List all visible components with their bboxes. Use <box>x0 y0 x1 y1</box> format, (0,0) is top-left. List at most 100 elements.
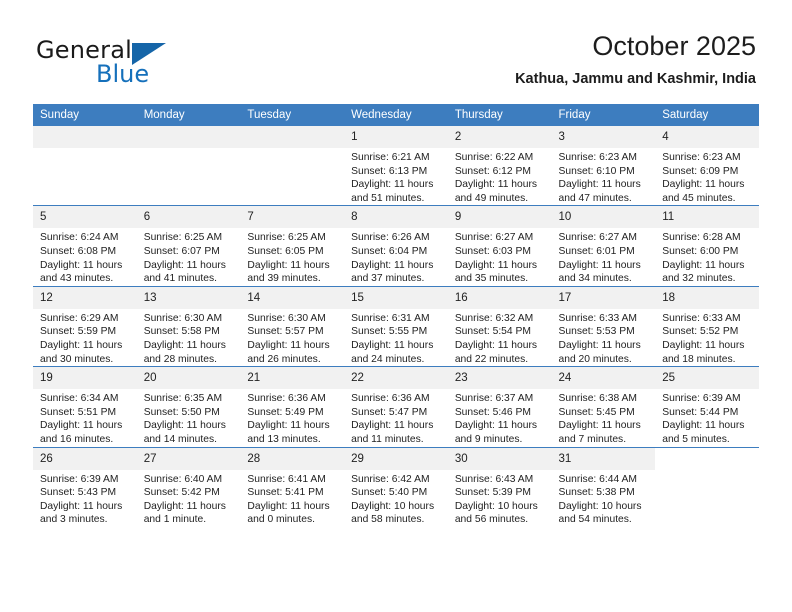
title-block: October 2025 Kathua, Jammu and Kashmir, … <box>515 30 756 89</box>
sunset-time: Sunset: 6:03 PM <box>454 245 531 257</box>
weekday-header-sunday: Sunday <box>33 104 137 126</box>
sunrise-time: Sunrise: 6:38 AM <box>558 393 637 405</box>
sunset-time: Sunset: 6:04 PM <box>351 245 428 257</box>
calendar-day-cell[interactable]: 20 Sunrise: 6:35 AM Sunset: 5:50 PM Dayligh… <box>136 366 241 447</box>
calendar-day-cell[interactable]: 5 Sunrise: 6:24 AM Sunset: 6:08 PM Daylight… <box>33 205 137 287</box>
day-details: Sunrise: 6:29 AM Sunset: 5:59 PM Daylight:… <box>33 309 137 366</box>
day-number: 4 <box>655 126 759 148</box>
calendar-day-cell[interactable]: 28 Sunrise: 6:41 AM Sunset: 5:41 PM Dayligh… <box>240 446 345 527</box>
sunrise-time: Sunrise: 6:31 AM <box>351 312 430 324</box>
calendar-day-cell[interactable]: 10 Sunrise: 6:27 AM Sunset: 6:01 PM Dayligh… <box>551 205 656 287</box>
daylight-duration-line2: and 58 minutes. <box>351 514 425 526</box>
sunset-time: Sunset: 5:49 PM <box>247 406 324 418</box>
calendar-day-cell[interactable]: 27 Sunrise: 6:40 AM Sunset: 5:42 PM Dayligh… <box>136 446 241 527</box>
sunset-time: Sunset: 6:07 PM <box>143 245 220 257</box>
sunrise-sunset-calendar: Sunday Monday Tuesday Wednesday Thursday… <box>33 104 759 527</box>
daylight-duration-line1: Daylight: 10 hours <box>454 500 538 512</box>
sunrise-time: Sunrise: 6:25 AM <box>143 232 223 244</box>
calendar-day-cell[interactable]: 19 Sunrise: 6:34 AM Sunset: 5:51 PM Dayligh… <box>33 366 137 447</box>
day-number: 24 <box>551 367 656 390</box>
daylight-duration-line2: and 41 minutes. <box>143 273 217 285</box>
daylight-duration-line2: and 9 minutes. <box>454 433 523 445</box>
day-number <box>240 126 345 148</box>
calendar-day-cell[interactable]: 30 Sunrise: 6:43 AM Sunset: 5:39 PM Dayligh… <box>447 446 552 527</box>
daylight-duration-line2: and 45 minutes. <box>662 192 736 204</box>
daylight-duration-line1: Daylight: 11 hours <box>143 339 226 351</box>
calendar-week-row: 1 Sunrise: 6:21 AM Sunset: 6:13 PM Daylight… <box>33 126 759 206</box>
calendar-day-cell[interactable]: 7 Sunrise: 6:25 AM Sunset: 6:05 PM Daylight… <box>240 205 345 287</box>
calendar-day-cell[interactable]: 31 Sunrise: 6:44 AM Sunset: 5:38 PM Dayligh… <box>551 446 656 527</box>
calendar-day-cell[interactable]: 16 Sunrise: 6:32 AM Sunset: 5:54 PM Dayligh… <box>447 285 552 367</box>
day-number: 26 <box>33 447 137 470</box>
calendar-day-cell[interactable]: 15 Sunrise: 6:31 AM Sunset: 5:55 PM Dayligh… <box>344 285 448 367</box>
day-number: 2 <box>447 126 552 148</box>
daylight-duration-line1: Daylight: 11 hours <box>40 339 123 351</box>
sunset-time: Sunset: 6:00 PM <box>662 245 739 257</box>
logo-text-blue: Blue <box>96 60 150 88</box>
day-number: 5 <box>33 206 137 229</box>
sunrise-time: Sunrise: 6:21 AM <box>351 152 430 163</box>
sunrise-time: Sunrise: 6:24 AM <box>40 232 119 244</box>
daylight-duration-line1: Daylight: 11 hours <box>454 420 538 432</box>
sunset-time: Sunset: 5:44 PM <box>662 406 739 418</box>
calendar-day-cell[interactable]: 3 Sunrise: 6:23 AM Sunset: 6:10 PM Daylight… <box>551 126 656 206</box>
calendar-day-cell[interactable]: 4 Sunrise: 6:23 AM Sunset: 6:09 PM Daylight… <box>655 126 759 206</box>
calendar-day-cell[interactable]: 25 Sunrise: 6:39 AM Sunset: 5:44 PM Dayligh… <box>655 366 759 447</box>
calendar-day-cell[interactable]: 6 Sunrise: 6:25 AM Sunset: 6:07 PM Daylight… <box>136 205 241 287</box>
weekday-header-tuesday: Tuesday <box>240 104 345 126</box>
day-details: Sunrise: 6:38 AM Sunset: 5:45 PM Daylight:… <box>552 389 656 446</box>
day-number: 14 <box>240 286 345 309</box>
day-number: 31 <box>551 447 656 470</box>
daylight-duration-line1: Daylight: 11 hours <box>143 500 226 512</box>
calendar-day-cell[interactable]: 18 Sunrise: 6:33 AM Sunset: 5:52 PM Dayligh… <box>655 285 759 367</box>
calendar-day-cell[interactable]: 12 Sunrise: 6:29 AM Sunset: 5:59 PM Dayligh… <box>33 285 137 367</box>
day-number: 12 <box>33 286 137 309</box>
day-number: 9 <box>447 206 552 229</box>
day-details: Sunrise: 6:41 AM Sunset: 5:41 PM Daylight:… <box>240 470 344 527</box>
calendar-day-cell[interactable]: 26 Sunrise: 6:39 AM Sunset: 5:43 PM Dayligh… <box>33 446 137 527</box>
sunrise-time: Sunrise: 6:43 AM <box>454 473 534 485</box>
sunrise-time: Sunrise: 6:23 AM <box>558 152 637 163</box>
day-number: 21 <box>240 367 345 390</box>
general-blue-logo: General Blue <box>36 36 226 88</box>
daylight-duration-line2: and 20 minutes. <box>558 353 632 365</box>
daylight-duration-line2: and 30 minutes. <box>40 353 114 365</box>
sunrise-time: Sunrise: 6:25 AM <box>247 232 326 244</box>
calendar-day-cell[interactable]: 24 Sunrise: 6:38 AM Sunset: 5:45 PM Dayligh… <box>551 366 656 447</box>
weekday-header-friday: Friday <box>551 104 656 126</box>
calendar-day-cell[interactable]: 17 Sunrise: 6:33 AM Sunset: 5:53 PM Dayligh… <box>551 285 656 367</box>
daylight-duration-line2: and 35 minutes. <box>454 273 529 285</box>
day-details: Sunrise: 6:22 AM Sunset: 6:12 PM Daylight:… <box>448 148 552 205</box>
calendar-day-cell[interactable]: 29 Sunrise: 6:42 AM Sunset: 5:40 PM Dayligh… <box>344 446 448 527</box>
day-number: 13 <box>136 286 241 309</box>
day-number: 7 <box>240 206 345 229</box>
sunset-time: Sunset: 6:01 PM <box>558 245 635 257</box>
sunset-time: Sunset: 6:10 PM <box>558 165 635 177</box>
day-number: 17 <box>551 286 656 309</box>
calendar-day-cell[interactable]: 9 Sunrise: 6:27 AM Sunset: 6:03 PM Daylight… <box>447 205 552 287</box>
daylight-duration-line2: and 5 minutes. <box>662 433 730 445</box>
daylight-duration-line2: and 16 minutes. <box>40 433 114 445</box>
sunset-time: Sunset: 6:13 PM <box>351 165 428 177</box>
calendar-day-cell[interactable]: 23 Sunrise: 6:37 AM Sunset: 5:46 PM Dayligh… <box>447 366 552 447</box>
day-details: Sunrise: 6:31 AM Sunset: 5:55 PM Daylight:… <box>344 309 448 366</box>
calendar-day-cell[interactable]: 22 Sunrise: 6:36 AM Sunset: 5:47 PM Dayligh… <box>344 366 448 447</box>
daylight-duration-line1: Daylight: 11 hours <box>247 259 330 271</box>
calendar-day-cell[interactable]: 21 Sunrise: 6:36 AM Sunset: 5:49 PM Dayligh… <box>240 366 345 447</box>
day-number: 22 <box>344 367 448 390</box>
weekday-header-row: Sunday Monday Tuesday Wednesday Thursday… <box>33 104 759 126</box>
day-details <box>655 470 759 473</box>
calendar-day-cell[interactable]: 8 Sunrise: 6:26 AM Sunset: 6:04 PM Daylight… <box>344 205 448 287</box>
daylight-duration-line1: Daylight: 11 hours <box>247 500 330 512</box>
sunrise-time: Sunrise: 6:28 AM <box>662 232 741 244</box>
calendar-day-cell[interactable]: 13 Sunrise: 6:30 AM Sunset: 5:58 PM Dayligh… <box>136 285 241 367</box>
calendar-day-cell[interactable]: 14 Sunrise: 6:30 AM Sunset: 5:57 PM Dayligh… <box>240 285 345 367</box>
daylight-duration-line2: and 26 minutes. <box>247 353 321 365</box>
calendar-day-cell[interactable]: 2 Sunrise: 6:22 AM Sunset: 6:12 PM Daylight… <box>447 126 552 206</box>
calendar-day-cell[interactable]: 1 Sunrise: 6:21 AM Sunset: 6:13 PM Daylight… <box>344 126 448 206</box>
sunrise-time: Sunrise: 6:39 AM <box>662 393 741 405</box>
day-number: 11 <box>655 206 759 229</box>
daylight-duration-line1: Daylight: 11 hours <box>662 339 745 351</box>
calendar-day-cell[interactable]: 11 Sunrise: 6:28 AM Sunset: 6:00 PM Dayligh… <box>655 205 759 287</box>
day-number: 15 <box>344 286 448 309</box>
